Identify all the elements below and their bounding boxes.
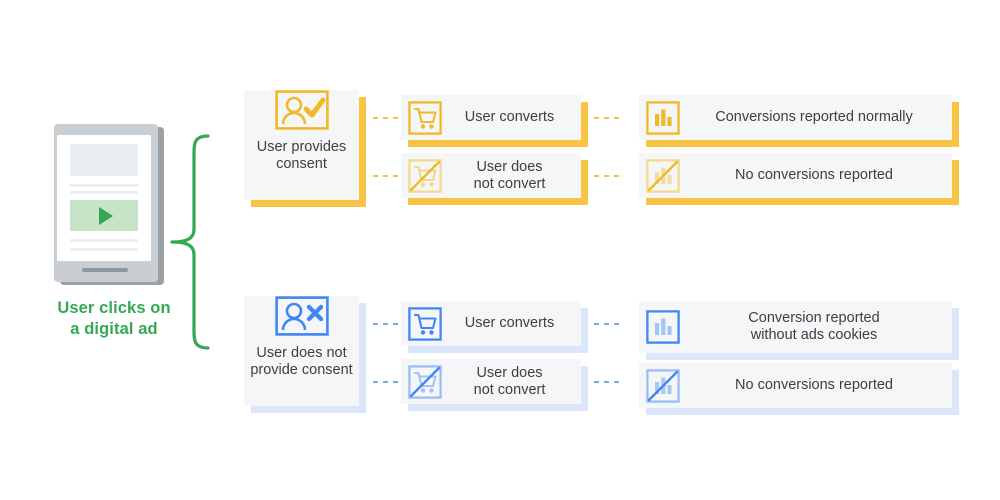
card-conversion-reported-without-ads-cookies[interactable]: Conversion reported without ads cookies (639, 301, 952, 353)
smartphone-video-ad-icon (52, 122, 170, 287)
person-x-icon (274, 296, 329, 336)
card-label: User provides consent (257, 139, 346, 200)
card-user-converts-no-consent[interactable]: User converts (401, 301, 581, 346)
connector-dotted-line (594, 381, 622, 383)
card-label-line1: Conversions reported normally (715, 109, 913, 125)
card-label: User converts (442, 315, 581, 332)
phone-home-bar (82, 268, 128, 272)
card-no-conversions-reported-no-consent[interactable]: No conversions reported (639, 363, 952, 408)
bar-chart-crossed-icon (646, 368, 680, 403)
person-check-icon (274, 90, 329, 130)
card-label-line2: consent (276, 156, 327, 172)
connector-dotted-line (373, 323, 401, 325)
skeleton-line (70, 239, 138, 242)
card-label-line2: without ads cookies (750, 327, 878, 343)
card-user-provides-consent[interactable]: User provides consent (244, 90, 359, 200)
shopping-cart-crossed-icon (408, 158, 442, 193)
skeleton-line (70, 248, 138, 251)
bar-chart-crossed-icon (646, 158, 680, 193)
card-label-line1: No conversions reported (735, 167, 893, 183)
card-label: User does not provide consent (250, 345, 352, 406)
curly-brace-icon (170, 134, 210, 350)
card-label-line2: not convert (473, 175, 546, 192)
card-label-line1: Conversion reported (748, 310, 880, 326)
card-user-does-not-convert-consent[interactable]: User does not convert (401, 153, 581, 198)
card-label-line1: User does (476, 364, 543, 381)
card-user-does-not-provide-consent[interactable]: User does not provide consent (244, 296, 359, 406)
connector-dotted-line (373, 117, 401, 119)
video-ad-thumbnail (70, 200, 138, 231)
card-label: User does not convert (442, 365, 581, 399)
card-label-line1: User does not (256, 345, 347, 361)
card-user-converts-consent[interactable]: User converts (401, 95, 581, 140)
play-icon (98, 206, 113, 225)
skeleton-line (70, 191, 138, 194)
card-label: Conversion reported without ads cookies (680, 310, 952, 344)
card-label-line1: User converts (464, 315, 555, 331)
card-label-line2: not convert (473, 381, 546, 398)
shopping-cart-icon (408, 306, 442, 341)
diagram-canvas: User clicks on a digital ad User provide… (0, 0, 1000, 500)
phone-screen (57, 135, 151, 261)
card-label: Conversions reported normally (680, 109, 952, 126)
card-label-line1: No conversions reported (735, 377, 893, 393)
card-user-does-not-convert-no-consent[interactable]: User does not convert (401, 359, 581, 404)
card-conversions-reported-normally[interactable]: Conversions reported normally (639, 95, 952, 140)
card-label-line1: User does (476, 158, 543, 175)
shopping-cart-crossed-icon (408, 364, 442, 399)
connector-dotted-line (594, 175, 622, 177)
card-label: User does not convert (442, 159, 581, 193)
skeleton-image (70, 144, 138, 176)
card-label: No conversions reported (680, 377, 952, 394)
connector-dotted-line (594, 117, 622, 119)
connector-dotted-line (594, 323, 622, 325)
card-label: User converts (442, 109, 581, 126)
skeleton-line (70, 184, 138, 187)
connector-dotted-line (373, 175, 401, 177)
card-no-conversions-reported-consent[interactable]: No conversions reported (639, 153, 952, 198)
bar-chart-icon (646, 310, 680, 344)
bar-chart-icon (646, 100, 680, 135)
card-label-line2: provide consent (250, 362, 353, 378)
card-label-line1: User converts (464, 109, 555, 125)
card-label-line1: User provides (256, 139, 347, 155)
card-label: No conversions reported (680, 167, 952, 184)
shopping-cart-icon (408, 100, 442, 135)
connector-dotted-line (373, 381, 401, 383)
